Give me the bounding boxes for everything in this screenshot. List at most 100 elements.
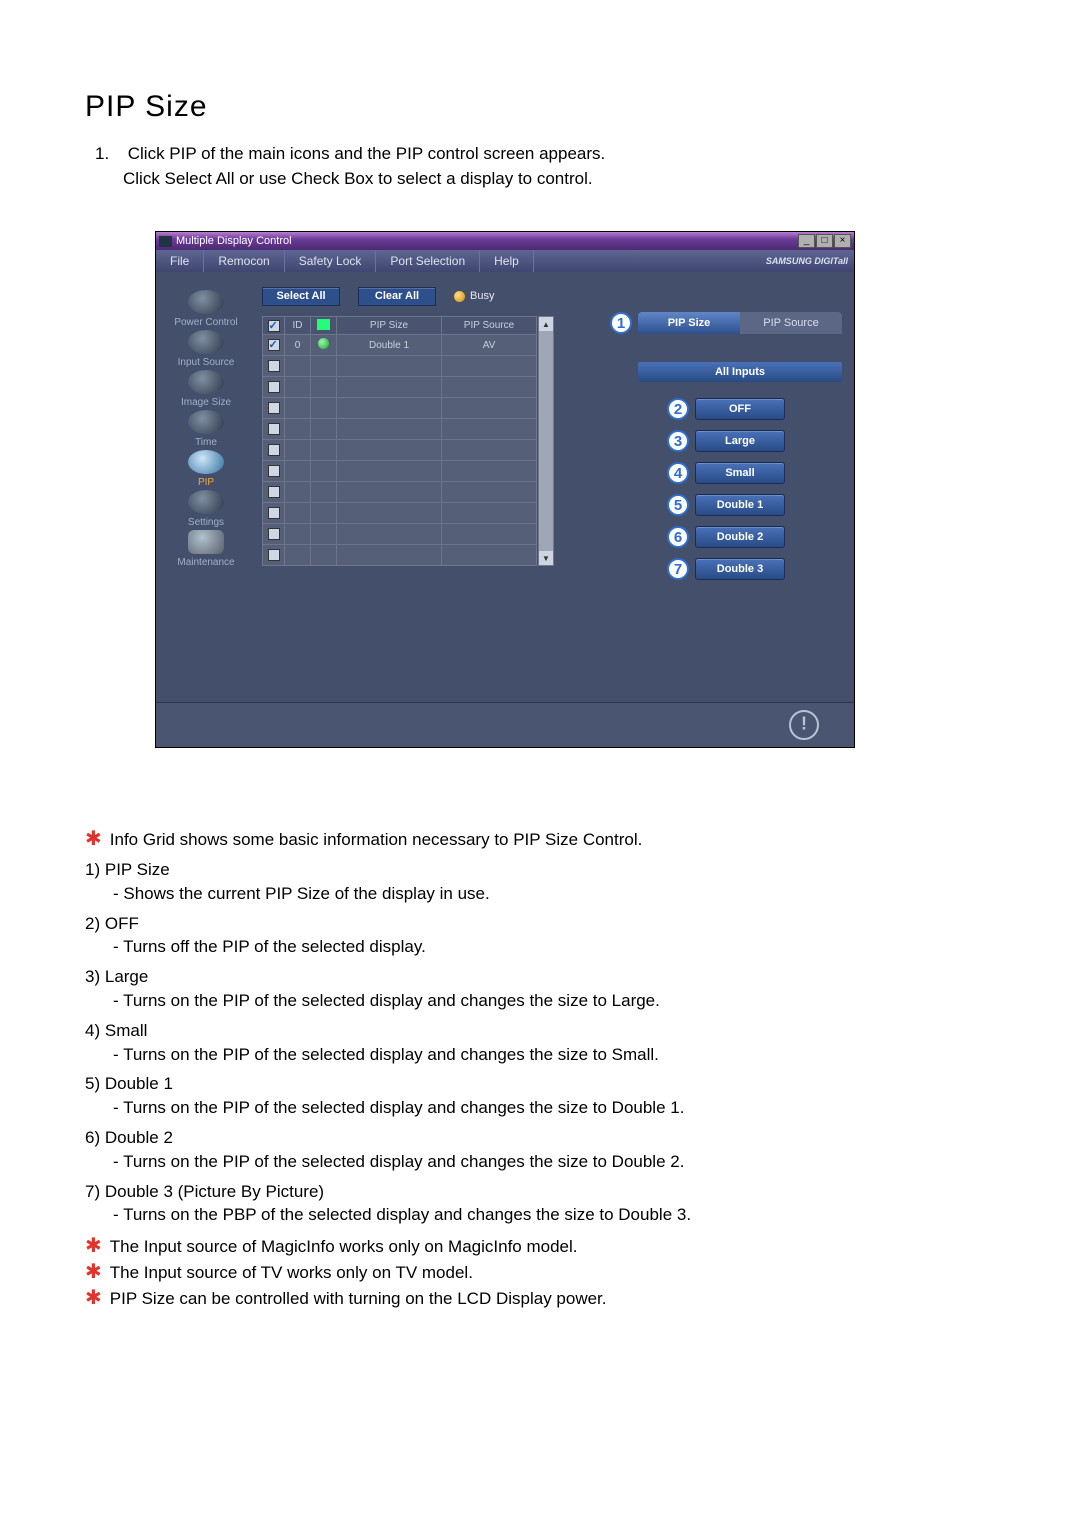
tab-row: PIP Size PIP Source [638,312,842,334]
row-checkbox[interactable] [268,423,280,435]
scroll-down-arrow[interactable]: ▼ [539,551,553,565]
tab-pip-size[interactable]: PIP Size [638,312,740,334]
status-ok-icon [318,338,329,349]
desc-5-num: 5) [85,1074,100,1093]
sidebar: Power Control Input Source Image Size Ti… [156,272,256,702]
notes: ✱ The Input source of MagicInfo works onl… [85,1235,995,1310]
info-grid: ID PIP Size PIP Source 0 Doub [262,316,537,566]
row-checkbox[interactable] [268,549,280,561]
row-checkbox[interactable] [268,444,280,456]
grid-header-status [311,317,337,335]
menu-remocon[interactable]: Remocon [204,250,284,272]
sidebar-item-image-size[interactable]: Image Size [181,370,231,408]
pip-icon [188,450,224,474]
sidebar-item-settings[interactable]: Settings [188,490,224,528]
table-row[interactable] [263,545,537,566]
row-checkbox[interactable] [268,381,280,393]
window-minimize-button[interactable]: _ [798,234,815,248]
star-icon: ✱ [85,1288,102,1308]
menu-help[interactable]: Help [480,250,534,272]
description-list: 1) PIP Size - Shows the current PIP Size… [85,858,995,1227]
grid-scrollbar[interactable]: ▲ ▼ [538,316,554,566]
check-all-icon[interactable] [268,320,280,332]
row-checkbox[interactable] [268,360,280,372]
row-checkbox[interactable] [268,465,280,477]
power-icon [188,290,224,314]
app-icon [159,236,172,247]
sidebar-label-power: Power Control [174,317,237,328]
sidebar-item-input-source[interactable]: Input Source [178,330,235,368]
table-row[interactable]: 0 Double 1 AV [263,335,537,356]
option-off-button[interactable]: OFF [695,398,785,420]
busy-icon [454,291,465,302]
table-row[interactable] [263,356,537,377]
sidebar-item-power-control[interactable]: Power Control [174,290,237,328]
menu-file[interactable]: File [156,250,204,272]
grid-header-id: ID [285,317,311,335]
app-title: Multiple Display Control [176,235,798,247]
scroll-track[interactable] [539,331,553,551]
maintenance-icon [188,530,224,554]
sidebar-item-time[interactable]: Time [188,410,224,448]
menu-safety-lock[interactable]: Safety Lock [285,250,377,272]
table-row[interactable] [263,461,537,482]
table-row[interactable] [263,377,537,398]
info-grid-note: Info Grid shows some basic information n… [110,828,643,852]
status-bar [156,702,854,747]
clear-all-button[interactable]: Clear All [358,287,436,306]
table-row[interactable] [263,419,537,440]
desc-6-title: Double 2 [105,1128,173,1147]
menu-port-selection[interactable]: Port Selection [376,250,480,272]
row-checkbox[interactable] [268,528,280,540]
row-id: 0 [285,335,311,356]
table-row[interactable] [263,482,537,503]
input-icon [188,330,224,354]
star-icon: ✱ [85,1236,102,1256]
desc-1-num: 1) [85,860,100,879]
window-restore-button[interactable]: □ [816,234,833,248]
callout-4: 4 [667,462,689,484]
page-heading: PIP Size [85,90,995,124]
callout-7: 7 [667,558,689,580]
sidebar-item-maintenance[interactable]: Maintenance [177,530,234,568]
callout-3: 3 [667,430,689,452]
row-checkbox[interactable] [268,402,280,414]
option-double1-button[interactable]: Double 1 [695,494,785,516]
option-double3-button[interactable]: Double 3 [695,558,785,580]
table-row[interactable] [263,503,537,524]
intro-block: 1. Click PIP of the main icons and the P… [95,142,995,191]
desc-1-title: PIP Size [105,860,170,879]
busy-label: Busy [470,290,494,302]
row-checkbox[interactable] [268,486,280,498]
row-checkbox[interactable] [268,339,280,351]
desc-6-num: 6) [85,1128,100,1147]
all-inputs-heading: All Inputs [638,362,842,382]
table-row[interactable] [263,398,537,419]
row-source: AV [442,335,537,356]
table-row[interactable] [263,440,537,461]
sidebar-item-pip[interactable]: PIP [188,450,224,488]
grid-header-size: PIP Size [337,317,442,335]
grid-header-source: PIP Source [442,317,537,335]
option-large-button[interactable]: Large [695,430,785,452]
scroll-up-arrow[interactable]: ▲ [539,317,553,331]
desc-1-sub: - Shows the current PIP Size of the disp… [85,882,995,906]
note-3: PIP Size can be controlled with turning … [110,1287,607,1311]
table-row[interactable] [263,524,537,545]
row-checkbox[interactable] [268,507,280,519]
window-close-button[interactable]: × [834,234,851,248]
option-double2-button[interactable]: Double 2 [695,526,785,548]
sidebar-label-input: Input Source [178,357,235,368]
option-small-button[interactable]: Small [695,462,785,484]
desc-3-num: 3) [85,967,100,986]
app-menubar: File Remocon Safety Lock Port Selection … [156,250,854,272]
option-list: 2OFF 3Large 4Small 5Double 1 6Double 2 7… [638,398,842,580]
intro-line-2: Click Select All or use Check Box to sel… [123,169,593,188]
grid-header-check[interactable] [263,317,285,335]
select-all-button[interactable]: Select All [262,287,340,306]
note-1: The Input source of MagicInfo works only… [110,1235,578,1259]
sidebar-label-maintenance: Maintenance [177,557,234,568]
intro-number: 1. [95,142,123,167]
image-size-icon [188,370,224,394]
tab-pip-source[interactable]: PIP Source [740,312,842,334]
